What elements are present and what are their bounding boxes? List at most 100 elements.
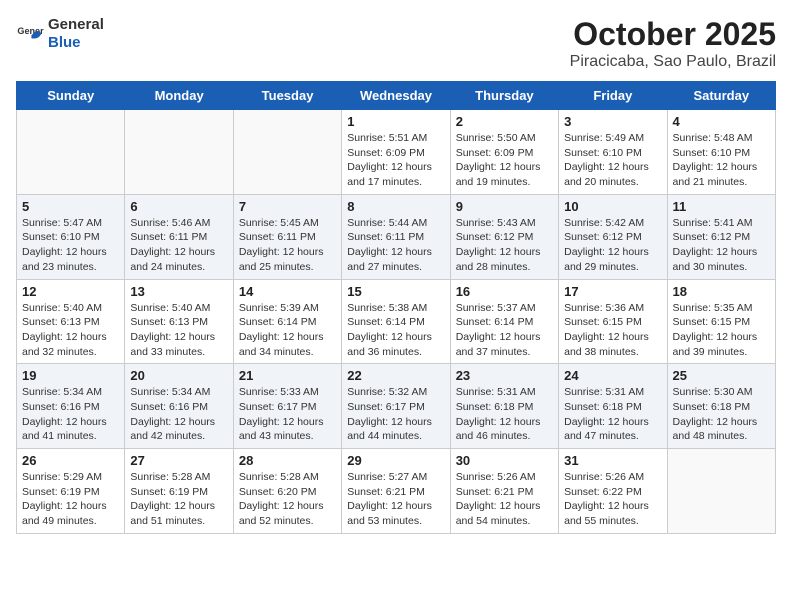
- calendar-header-thursday: Thursday: [450, 82, 558, 110]
- day-number: 22: [347, 368, 444, 383]
- calendar-cell: 21 Sunrise: 5:33 AMSunset: 6:17 PMDayligh…: [233, 364, 341, 449]
- day-detail: Sunrise: 5:28 AMSunset: 6:19 PMDaylight:…: [130, 470, 227, 529]
- calendar-cell: 20Sunrise: 5:34 AMSunset: 6:16 PMDayligh…: [125, 364, 233, 449]
- day-number: 28: [239, 453, 336, 468]
- calendar-header-monday: Monday: [125, 82, 233, 110]
- calendar-cell: 5 Sunrise: 5:47 AMSunset: 6:10 PMDaylight…: [17, 194, 125, 279]
- calendar-cell: 15 Sunrise: 5:38 AMSunset: 6:14 PMDayligh…: [342, 279, 450, 364]
- day-detail: Sunrise: 5:33 AMSunset: 6:17 PMDaylight:…: [239, 385, 336, 444]
- day-detail: Sunrise: 5:30 AMSunset: 6:18 PMDaylight:…: [673, 385, 770, 444]
- day-detail: Sunrise: 5:40 AMSunset: 6:13 PMDaylight:…: [22, 301, 119, 360]
- day-detail: Sunrise: 5:34 AMSunset: 6:16 PMDaylight:…: [130, 385, 227, 444]
- calendar-cell: 31 Sunrise: 5:26 AMSunset: 6:22 PMDayligh…: [559, 449, 667, 534]
- calendar-cell: 28 Sunrise: 5:28 AMSunset: 6:20 PMDayligh…: [233, 449, 341, 534]
- day-detail: Sunrise: 5:50 AMSunset: 6:09 PMDaylight:…: [456, 131, 553, 190]
- day-detail: Sunrise: 5:38 AMSunset: 6:14 PMDaylight:…: [347, 301, 444, 360]
- calendar-cell: 1 Sunrise: 5:51 AMSunset: 6:09 PMDaylight…: [342, 110, 450, 195]
- calendar-week-row: 5 Sunrise: 5:47 AMSunset: 6:10 PMDaylight…: [17, 194, 776, 279]
- calendar-cell: 11 Sunrise: 5:41 AMSunset: 6:12 PMDayligh…: [667, 194, 775, 279]
- logo-general: General: [48, 16, 104, 33]
- day-number: 8: [347, 199, 444, 214]
- day-number: 7: [239, 199, 336, 214]
- day-number: 31: [564, 453, 661, 468]
- day-detail: Sunrise: 5:34 AMSunset: 6:16 PMDaylight:…: [22, 385, 119, 444]
- calendar-cell: 24 Sunrise: 5:31 AMSunset: 6:18 PMDayligh…: [559, 364, 667, 449]
- logo-icon: General: [16, 20, 44, 48]
- day-detail: Sunrise: 5:45 AMSunset: 6:11 PMDaylight:…: [239, 216, 336, 275]
- calendar-cell: [17, 110, 125, 195]
- day-detail: Sunrise: 5:36 AMSunset: 6:15 PMDaylight:…: [564, 301, 661, 360]
- day-number: 1: [347, 114, 444, 129]
- calendar-cell: 3 Sunrise: 5:49 AMSunset: 6:10 PMDaylight…: [559, 110, 667, 195]
- day-number: 4: [673, 114, 770, 129]
- day-number: 21: [239, 368, 336, 383]
- day-detail: Sunrise: 5:40 AMSunset: 6:13 PMDaylight:…: [130, 301, 227, 360]
- day-detail: Sunrise: 5:46 AMSunset: 6:11 PMDaylight:…: [130, 216, 227, 275]
- day-detail: Sunrise: 5:26 AMSunset: 6:21 PMDaylight:…: [456, 470, 553, 529]
- calendar-cell: 16Sunrise: 5:37 AMSunset: 6:14 PMDayligh…: [450, 279, 558, 364]
- day-detail: Sunrise: 5:51 AMSunset: 6:09 PMDaylight:…: [347, 131, 444, 190]
- calendar-cell: 19 Sunrise: 5:34 AMSunset: 6:16 PMDayligh…: [17, 364, 125, 449]
- day-detail: Sunrise: 5:37 AMSunset: 6:14 PMDaylight:…: [456, 301, 553, 360]
- calendar-cell: 17 Sunrise: 5:36 AMSunset: 6:15 PMDayligh…: [559, 279, 667, 364]
- day-detail: Sunrise: 5:26 AMSunset: 6:22 PMDaylight:…: [564, 470, 661, 529]
- day-detail: Sunrise: 5:39 AMSunset: 6:14 PMDaylight:…: [239, 301, 336, 360]
- day-number: 6: [130, 199, 227, 214]
- day-number: 15: [347, 284, 444, 299]
- day-number: 29: [347, 453, 444, 468]
- day-detail: Sunrise: 5:41 AMSunset: 6:12 PMDaylight:…: [673, 216, 770, 275]
- day-number: 30: [456, 453, 553, 468]
- title-area: October 2025 Piracicaba, Sao Paulo, Braz…: [570, 16, 776, 71]
- day-number: 3: [564, 114, 661, 129]
- day-detail: Sunrise: 5:47 AMSunset: 6:10 PMDaylight:…: [22, 216, 119, 275]
- logo: General General Blue: [16, 16, 104, 52]
- day-number: 19: [22, 368, 119, 383]
- day-number: 14: [239, 284, 336, 299]
- calendar-cell: 4 Sunrise: 5:48 AMSunset: 6:10 PMDaylight…: [667, 110, 775, 195]
- day-number: 24: [564, 368, 661, 383]
- day-detail: Sunrise: 5:32 AMSunset: 6:17 PMDaylight:…: [347, 385, 444, 444]
- day-detail: Sunrise: 5:42 AMSunset: 6:12 PMDaylight:…: [564, 216, 661, 275]
- calendar-cell: 13Sunrise: 5:40 AMSunset: 6:13 PMDayligh…: [125, 279, 233, 364]
- calendar-cell: 2Sunrise: 5:50 AMSunset: 6:09 PMDaylight…: [450, 110, 558, 195]
- header: General General Blue October 2025 Piraci…: [16, 16, 776, 71]
- day-number: 25: [673, 368, 770, 383]
- day-detail: Sunrise: 5:28 AMSunset: 6:20 PMDaylight:…: [239, 470, 336, 529]
- calendar-cell: 6 Sunrise: 5:46 AMSunset: 6:11 PMDaylight…: [125, 194, 233, 279]
- day-detail: Sunrise: 5:43 AMSunset: 6:12 PMDaylight:…: [456, 216, 553, 275]
- location-title: Piracicaba, Sao Paulo, Brazil: [570, 53, 776, 71]
- logo-blue: Blue: [48, 34, 81, 51]
- logo-text: General Blue: [48, 16, 104, 52]
- day-number: 5: [22, 199, 119, 214]
- calendar-cell: 27 Sunrise: 5:28 AMSunset: 6:19 PMDayligh…: [125, 449, 233, 534]
- calendar-week-row: 12 Sunrise: 5:40 AMSunset: 6:13 PMDayligh…: [17, 279, 776, 364]
- calendar-header-tuesday: Tuesday: [233, 82, 341, 110]
- calendar-cell: 18Sunrise: 5:35 AMSunset: 6:15 PMDayligh…: [667, 279, 775, 364]
- calendar-cell: 23Sunrise: 5:31 AMSunset: 6:18 PMDayligh…: [450, 364, 558, 449]
- calendar-header-wednesday: Wednesday: [342, 82, 450, 110]
- day-number: 26: [22, 453, 119, 468]
- day-number: 12: [22, 284, 119, 299]
- day-detail: Sunrise: 5:48 AMSunset: 6:10 PMDaylight:…: [673, 131, 770, 190]
- calendar-cell: [233, 110, 341, 195]
- calendar-header-sunday: Sunday: [17, 82, 125, 110]
- calendar-cell: 14 Sunrise: 5:39 AMSunset: 6:14 PMDayligh…: [233, 279, 341, 364]
- calendar-table: SundayMondayTuesdayWednesdayThursdayFrid…: [16, 81, 776, 534]
- calendar-cell: 25 Sunrise: 5:30 AMSunset: 6:18 PMDayligh…: [667, 364, 775, 449]
- calendar-cell: 10 Sunrise: 5:42 AMSunset: 6:12 PMDayligh…: [559, 194, 667, 279]
- day-number: 18: [673, 284, 770, 299]
- day-number: 27: [130, 453, 227, 468]
- day-number: 11: [673, 199, 770, 214]
- day-number: 10: [564, 199, 661, 214]
- day-detail: Sunrise: 5:49 AMSunset: 6:10 PMDaylight:…: [564, 131, 661, 190]
- day-number: 17: [564, 284, 661, 299]
- calendar-cell: 29Sunrise: 5:27 AMSunset: 6:21 PMDayligh…: [342, 449, 450, 534]
- calendar-cell: 8Sunrise: 5:44 AMSunset: 6:11 PMDaylight…: [342, 194, 450, 279]
- calendar-header-friday: Friday: [559, 82, 667, 110]
- day-detail: Sunrise: 5:31 AMSunset: 6:18 PMDaylight:…: [456, 385, 553, 444]
- calendar-header-saturday: Saturday: [667, 82, 775, 110]
- calendar-cell: 12 Sunrise: 5:40 AMSunset: 6:13 PMDayligh…: [17, 279, 125, 364]
- day-detail: Sunrise: 5:31 AMSunset: 6:18 PMDaylight:…: [564, 385, 661, 444]
- calendar-cell: 9Sunrise: 5:43 AMSunset: 6:12 PMDaylight…: [450, 194, 558, 279]
- calendar-week-row: 1 Sunrise: 5:51 AMSunset: 6:09 PMDaylight…: [17, 110, 776, 195]
